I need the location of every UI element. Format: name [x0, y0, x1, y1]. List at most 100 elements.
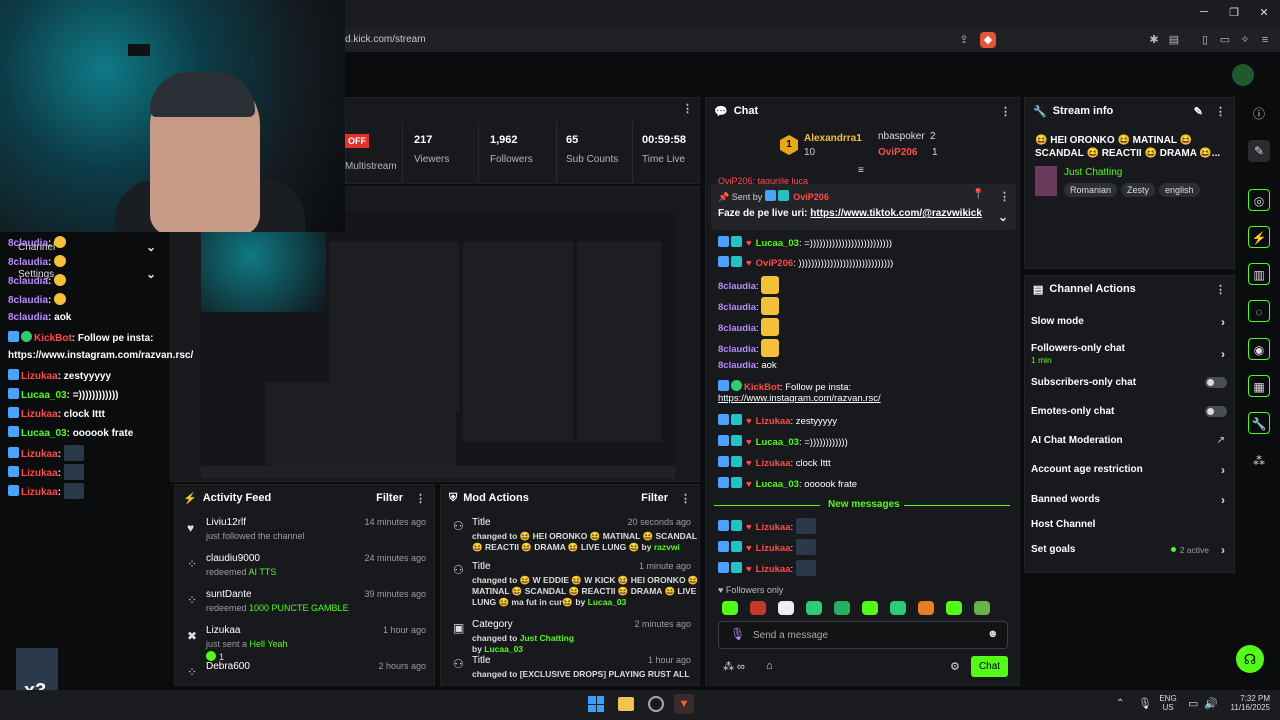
unpin-icon[interactable]: 📍 [972, 189, 984, 200]
tray-chevron-icon[interactable]: ⌃ [1116, 698, 1124, 709]
info-icon[interactable]: ⓘ [1248, 103, 1270, 125]
chat-username[interactable]: 8claudia [718, 302, 756, 313]
minimize-icon[interactable]: ─ [1194, 6, 1214, 18]
chat-username[interactable]: 8claudia [718, 323, 756, 334]
windows-start-icon[interactable] [588, 696, 604, 712]
activity-feed-row[interactable]: ⁘ Debra600 2 hours ago [175, 661, 434, 685]
chat-menu-icon[interactable]: ⋮ [1000, 105, 1011, 118]
activity-user[interactable]: suntDante [206, 589, 252, 600]
pencil-icon[interactable]: ✎ [1248, 140, 1270, 162]
top-gifter-name[interactable]: Alexandrra1 [804, 133, 862, 144]
activity-user[interactable]: Liviu12rlf [206, 517, 246, 528]
external-link-icon[interactable]: ↗ [1217, 435, 1225, 446]
chat-username[interactable]: Lizukaa [756, 564, 791, 575]
mic-icon[interactable]: 🎙 [730, 627, 745, 641]
chat-message[interactable]: 8claudia: [718, 297, 780, 315]
chat-message[interactable]: ♥ Lucaa_03: =)))))))))))))))))))))))))) [718, 236, 892, 249]
extensions-icon[interactable]: ✱ [1146, 32, 1162, 48]
chevron-right-icon[interactable]: › [1221, 463, 1225, 477]
mod-action-by[interactable]: razvwi [654, 542, 680, 552]
reader-icon[interactable]: ▤ [1166, 32, 1182, 48]
channel-action-row[interactable]: Account age restriction › [1024, 462, 1235, 484]
activity-user[interactable]: Lizukaa [206, 625, 240, 636]
wallet-icon[interactable]: ▭ [1217, 32, 1233, 48]
browser-menu-icon[interactable]: ≡ [1257, 32, 1273, 48]
chevron-right-icon[interactable]: › [1221, 347, 1225, 361]
chat-username[interactable]: KickBot [744, 382, 780, 393]
quick-emote-icon[interactable] [778, 601, 794, 615]
broadcast-icon[interactable]: ◉ [1248, 338, 1270, 360]
chat-message[interactable]: 8claudia: [718, 276, 780, 294]
chat-username[interactable]: Lucaa_03 [756, 479, 799, 490]
stats-menu-icon[interactable]: ⋮ [682, 102, 693, 115]
new-messages-label[interactable]: New messages [828, 499, 900, 510]
channel-action-row[interactable]: Emotes-only chat [1024, 404, 1235, 426]
chat-username[interactable]: Lizukaa [756, 522, 791, 533]
quick-emote-icon[interactable] [918, 601, 934, 615]
chat-username[interactable]: Lucaa_03 [756, 437, 799, 448]
emoji-picker-icon[interactable]: ☻ [987, 628, 999, 640]
chat-username[interactable]: OviP206 [756, 258, 794, 269]
add-widget-icon[interactable]: ⁂ [1248, 450, 1270, 472]
url-text[interactable]: d.kick.com/stream [345, 34, 426, 45]
share-icon[interactable]: ⇪ [956, 32, 972, 48]
chat-username[interactable]: Lizukaa [756, 416, 791, 427]
channel-actions-menu-icon[interactable]: ⋮ [1215, 283, 1226, 296]
activity-feed-row[interactable]: ⁘ claudiu9000 24 minutes ago redeemed AI TT… [175, 553, 434, 587]
quick-emote-icon[interactable] [750, 601, 766, 615]
chat-username[interactable]: Lizukaa [756, 543, 791, 554]
chat-input-placeholder[interactable]: Send a message [753, 630, 828, 641]
activity-filter-button[interactable]: Filter [376, 492, 403, 504]
brave-shield-icon[interactable]: ◆ [980, 32, 996, 48]
channel-action-row[interactable]: Subscribers-only chat [1024, 375, 1235, 397]
tool-icon[interactable]: 🔧 [1248, 412, 1270, 434]
quick-emote-icon[interactable] [974, 601, 990, 615]
network-icon[interactable]: ▭ [1188, 697, 1198, 710]
chat-message[interactable]: ♥ Lizukaa: clock Ittt [718, 456, 831, 469]
chat-message[interactable]: ♥ Lizukaa: zestyyyyy [718, 414, 837, 427]
leo-ai-icon[interactable]: ✧ [1237, 32, 1253, 48]
gifter-2-name[interactable]: nbaspoker [878, 131, 925, 142]
chat-message[interactable]: ♥ OviP206: )))))))))))))))))))))))))))))) [718, 256, 893, 269]
mic-tray-icon[interactable]: 🎙 [1138, 697, 1152, 710]
chat-message[interactable]: 8claudia: aok [718, 360, 777, 371]
camera-icon[interactable]: ◎ [1248, 189, 1270, 211]
quick-emote-icon[interactable] [722, 601, 738, 615]
pinned-link[interactable]: https://www.tiktok.com/@razvwikick [810, 208, 982, 219]
support-headset-icon[interactable]: ☊ [1236, 645, 1264, 673]
quick-emote-icon[interactable] [806, 601, 822, 615]
chat-username[interactable]: 8claudia [718, 344, 756, 355]
stream-info-menu-icon[interactable]: ⋮ [1215, 105, 1226, 118]
chat-username[interactable]: 8claudia [718, 281, 756, 292]
store-icon[interactable]: ⌂ [766, 660, 773, 672]
chevron-right-icon[interactable]: › [1221, 315, 1225, 329]
channel-action-row[interactable]: Set goals › 2 active [1024, 542, 1235, 564]
activity-user[interactable]: claudiu9000 [206, 553, 260, 564]
brave-browser-icon[interactable]: ▼ [674, 694, 694, 714]
activity-user[interactable]: Debra600 [206, 661, 250, 672]
chat-settings-gear-icon[interactable]: ⚙ [950, 660, 960, 673]
chat-message[interactable]: ♥ Lizukaa: [718, 518, 816, 534]
user-avatar[interactable] [1232, 64, 1254, 86]
chevron-right-icon[interactable]: › [1221, 543, 1225, 557]
chat-message[interactable]: ♥ Lizukaa: [718, 560, 816, 576]
collapse-icon[interactable]: ≡ [858, 165, 864, 176]
volume-icon[interactable]: 🔊 [1204, 697, 1218, 710]
file-explorer-icon[interactable] [618, 697, 634, 711]
clock[interactable]: 7:32 PM 11/16/2025 [1226, 694, 1270, 712]
sidebar-toggle-icon[interactable]: ▯ [1197, 32, 1213, 48]
channel-action-toggle[interactable] [1205, 406, 1227, 417]
chevron-right-icon[interactable]: › [1221, 493, 1225, 507]
chat-message[interactable]: 8claudia: [718, 318, 780, 336]
activity-menu-icon[interactable]: ⋮ [415, 492, 426, 505]
chat-message[interactable]: ♥ Lucaa_03: oooook frate [718, 477, 857, 490]
chat-message[interactable]: ♥ Lucaa_03: =)))))))))))) [718, 435, 848, 448]
stream-tag[interactable]: Romanian [1064, 183, 1118, 197]
chat-message[interactable]: 8claudia: [718, 339, 780, 357]
channel-action-row[interactable]: AI Chat Moderation ↗ [1024, 433, 1235, 455]
channel-action-row[interactable]: Slow mode › [1024, 314, 1235, 336]
points-icon[interactable]: ⁂ ∞ [723, 660, 745, 673]
channel-action-row[interactable]: Host Channel [1024, 517, 1235, 539]
chat-icon[interactable]: ◌ [1248, 300, 1270, 322]
channel-action-row[interactable]: Followers-only chat 1 min › [1024, 341, 1235, 365]
